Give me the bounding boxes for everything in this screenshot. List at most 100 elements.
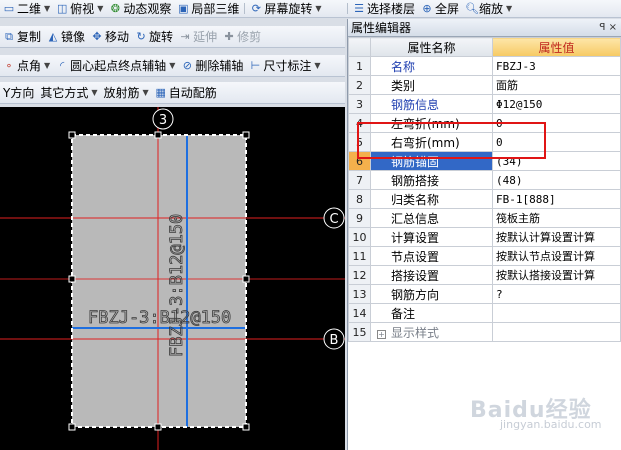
grip-handle[interactable]: [242, 131, 250, 139]
property-name: 计算设置: [370, 227, 493, 247]
mirror-button[interactable]: ◭ 镜像: [44, 26, 88, 47]
table-row[interactable]: 12 搭接设置 按默认搭接设置计算: [348, 265, 621, 285]
grip-handle[interactable]: [242, 423, 250, 431]
property-name: 钢筋搭接: [370, 170, 493, 190]
rotate-button[interactable]: ↻ 旋转: [132, 26, 176, 47]
row-index: 6: [348, 151, 371, 171]
dimension-icon: ⊢: [250, 58, 261, 72]
property-name: 钢筋方向: [370, 284, 493, 304]
property-name: 汇总信息: [370, 208, 493, 228]
rebar-label-vertical: FBZJ-3:B12@150: [167, 214, 187, 357]
view-toolbar-right: ☰ 选择楼层 ⊕ 全屏 🔍︎ 缩放 ▼: [345, 0, 621, 18]
property-value[interactable]: 按默认节点设置计算: [492, 246, 621, 266]
property-value[interactable]: FB-1[888]: [492, 189, 621, 209]
other-methods-dropdown[interactable]: 其它方式 ▼: [37, 82, 100, 103]
property-value[interactable]: 0: [492, 113, 621, 133]
arc-auxiliary-axis-button[interactable]: ◜ 圆心起点终点辅轴 ▼: [53, 55, 178, 76]
grip-handle[interactable]: [68, 423, 76, 431]
table-row[interactable]: 14 备注: [348, 303, 621, 323]
table-row[interactable]: 3 钢筋信息 Φ12@150: [348, 94, 621, 114]
row-index: 13: [348, 284, 371, 304]
table-row[interactable]: 10 计算设置 按默认计算设置计算: [348, 227, 621, 247]
pin-close-icon[interactable]: ꟼ ×: [599, 22, 617, 33]
property-value[interactable]: [492, 322, 621, 342]
property-value-header: 属性值: [492, 37, 621, 57]
zoom-dropdown[interactable]: 🔍︎ 缩放 ▼: [462, 0, 515, 17]
chevron-down-icon: ▼: [44, 61, 51, 70]
expand-plus-icon[interactable]: +: [377, 329, 386, 339]
grip-handle[interactable]: [68, 275, 76, 283]
row-index: 11: [348, 246, 371, 266]
chevron-down-icon: ▼: [91, 88, 98, 97]
delete-auxiliary-axis-button[interactable]: ⊘ 删除辅轴: [178, 55, 246, 76]
edit-toolbar: ⧉ 复制 ◭ 镜像 ✥ 移动 ↻ 旋转 ⇥ 延伸 ✚ 修剪: [0, 26, 345, 48]
property-value[interactable]: FBZJ-3: [492, 56, 621, 76]
property-value[interactable]: [492, 303, 621, 323]
property-value[interactable]: ?: [492, 284, 621, 304]
property-value[interactable]: (34): [492, 151, 621, 171]
screen-rotate-dropdown[interactable]: ⟳ 屏幕旋转 ▼: [247, 0, 324, 17]
property-value[interactable]: 按默认计算设置计算: [492, 227, 621, 247]
row-index: 3: [348, 94, 371, 114]
property-name-group[interactable]: + 显示样式: [370, 322, 493, 342]
rotate-icon: ↻: [136, 29, 146, 43]
property-value[interactable]: 按默认搭接设置计算: [492, 265, 621, 285]
grip-handle[interactable]: [68, 131, 76, 139]
dynamic-orbit-button[interactable]: ❂ 动态观察: [106, 0, 174, 17]
slab-region[interactable]: [72, 135, 246, 427]
grip-handle[interactable]: [154, 131, 162, 139]
auto-rebar-button[interactable]: ▦ 自动配筋: [152, 82, 220, 103]
row-index: 7: [348, 170, 371, 190]
grip-handle[interactable]: [154, 423, 162, 431]
table-row[interactable]: 2 类别 面筋: [348, 75, 621, 95]
table-row[interactable]: 1 名称 FBZJ-3: [348, 56, 621, 76]
table-row[interactable]: 13 钢筋方向?: [348, 284, 621, 304]
2d-view-dropdown[interactable]: ▭ 二维 ▼: [0, 0, 53, 17]
table-row[interactable]: 9 汇总信息 筏板主筋: [348, 208, 621, 228]
table-row[interactable]: 11 节点设置 按默认节点设置计算: [348, 246, 621, 266]
property-name: 左弯折(mm): [370, 113, 493, 133]
radial-rebar-dropdown[interactable]: 放射筋 ▼: [101, 82, 152, 103]
drawing-canvas[interactable]: 3 C B FBZJ-3:B12@150 FBZJ-3:B12@150: [0, 107, 345, 450]
table-row[interactable]: 5 右弯折(mm) 0: [348, 132, 621, 152]
trim-icon: ✚: [224, 29, 234, 43]
axis-label-3: 3: [159, 113, 167, 128]
row-index: 8: [348, 189, 371, 209]
property-value[interactable]: 筏板主筋: [492, 208, 621, 228]
copy-button[interactable]: ⧉ 复制: [0, 26, 44, 47]
property-name: 节点设置: [370, 246, 493, 266]
select-floor-button[interactable]: ☰ 选择楼层: [350, 0, 418, 17]
property-value[interactable]: (48): [492, 170, 621, 190]
property-name: 右弯折(mm): [370, 132, 493, 152]
move-button[interactable]: ✥ 移动: [88, 26, 132, 47]
row-index: 2: [348, 75, 371, 95]
auto-rebar-icon: ▦: [155, 85, 166, 99]
dimension-dropdown[interactable]: ⊢ 尺寸标注 ▼: [246, 55, 323, 76]
point-angle-dropdown[interactable]: ∘ 点角 ▼: [0, 55, 53, 76]
table-row[interactable]: 8 归类名称 FB-1[888]: [348, 189, 621, 209]
table-row[interactable]: 4 左弯折(mm) 0: [348, 113, 621, 133]
toolbar-divider: [244, 2, 246, 15]
table-row[interactable]: 7 钢筋搭接 (48): [348, 170, 621, 190]
fullscreen-button[interactable]: ⊕ 全屏: [418, 0, 462, 17]
arc-axis-icon: ◜: [60, 58, 65, 72]
index-header: [348, 37, 371, 57]
row-index: 14: [348, 303, 371, 323]
grip-handle[interactable]: [242, 275, 250, 283]
rebar-toolbar: Y方向 其它方式 ▼ 放射筋 ▼ ▦ 自动配筋: [0, 82, 345, 104]
top-view-icon: ◫: [56, 1, 68, 15]
trim-button[interactable]: ✚ 修剪: [220, 26, 264, 47]
property-value[interactable]: 面筋: [492, 75, 621, 95]
property-value[interactable]: 0: [492, 132, 621, 152]
row-index: 4: [348, 113, 371, 133]
copy-icon: ⧉: [5, 29, 13, 43]
zoom-icon: 🔍︎: [465, 1, 479, 15]
zoom-extents-icon: ⊕: [422, 1, 432, 15]
extend-button[interactable]: ⇥ 延伸: [176, 26, 220, 47]
local-3d-button[interactable]: ▣ 局部三维: [174, 0, 242, 17]
table-row-selected[interactable]: 6 钢筋锚固 (34): [348, 151, 621, 171]
top-view-dropdown[interactable]: ◫ 俯视 ▼: [53, 0, 106, 17]
table-row[interactable]: 15 + 显示样式: [348, 322, 621, 342]
y-direction-button[interactable]: Y方向: [0, 82, 37, 103]
property-value[interactable]: Φ12@150: [492, 94, 621, 114]
